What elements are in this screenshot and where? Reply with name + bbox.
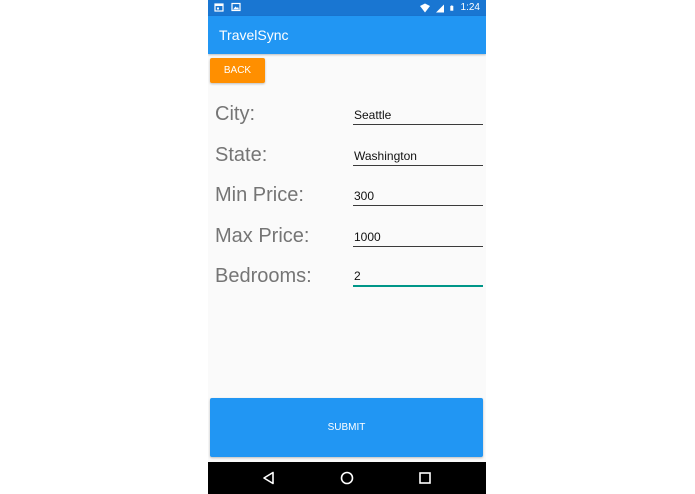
nav-recents-button[interactable] xyxy=(415,468,435,488)
max-price-field[interactable] xyxy=(353,227,483,247)
nav-home-button[interactable] xyxy=(337,468,357,488)
calendar-icon xyxy=(214,3,224,12)
min-price-label: Min Price: xyxy=(215,184,304,206)
signal-icon xyxy=(435,4,444,13)
nav-back-button[interactable] xyxy=(259,468,279,488)
state-field[interactable] xyxy=(353,146,483,166)
state-label: State: xyxy=(215,144,268,166)
max-price-label: Max Price: xyxy=(215,225,310,247)
bedrooms-field[interactable] xyxy=(353,267,483,287)
battery-icon xyxy=(449,5,453,11)
back-triangle-icon xyxy=(263,471,274,485)
app-bar: TravelSync xyxy=(208,16,486,54)
bedrooms-label: Bedrooms: xyxy=(215,265,312,287)
city-field[interactable] xyxy=(353,105,483,125)
status-time: 1:24 xyxy=(460,2,480,13)
min-price-field[interactable] xyxy=(353,186,483,206)
app-title: TravelSync xyxy=(219,27,289,43)
back-button[interactable]: BACK xyxy=(210,58,265,83)
status-bar: 1:24 xyxy=(208,0,486,16)
home-circle-icon xyxy=(340,471,354,485)
wifi-icon xyxy=(419,3,430,13)
submit-button[interactable]: SUBMIT xyxy=(210,398,483,457)
city-label: City: xyxy=(215,103,255,125)
recents-square-icon xyxy=(419,472,431,484)
navigation-bar xyxy=(208,462,486,494)
image-icon xyxy=(231,2,241,12)
phone-screen: 1:24 TravelSync BACK City: State: Min Pr… xyxy=(208,0,486,494)
